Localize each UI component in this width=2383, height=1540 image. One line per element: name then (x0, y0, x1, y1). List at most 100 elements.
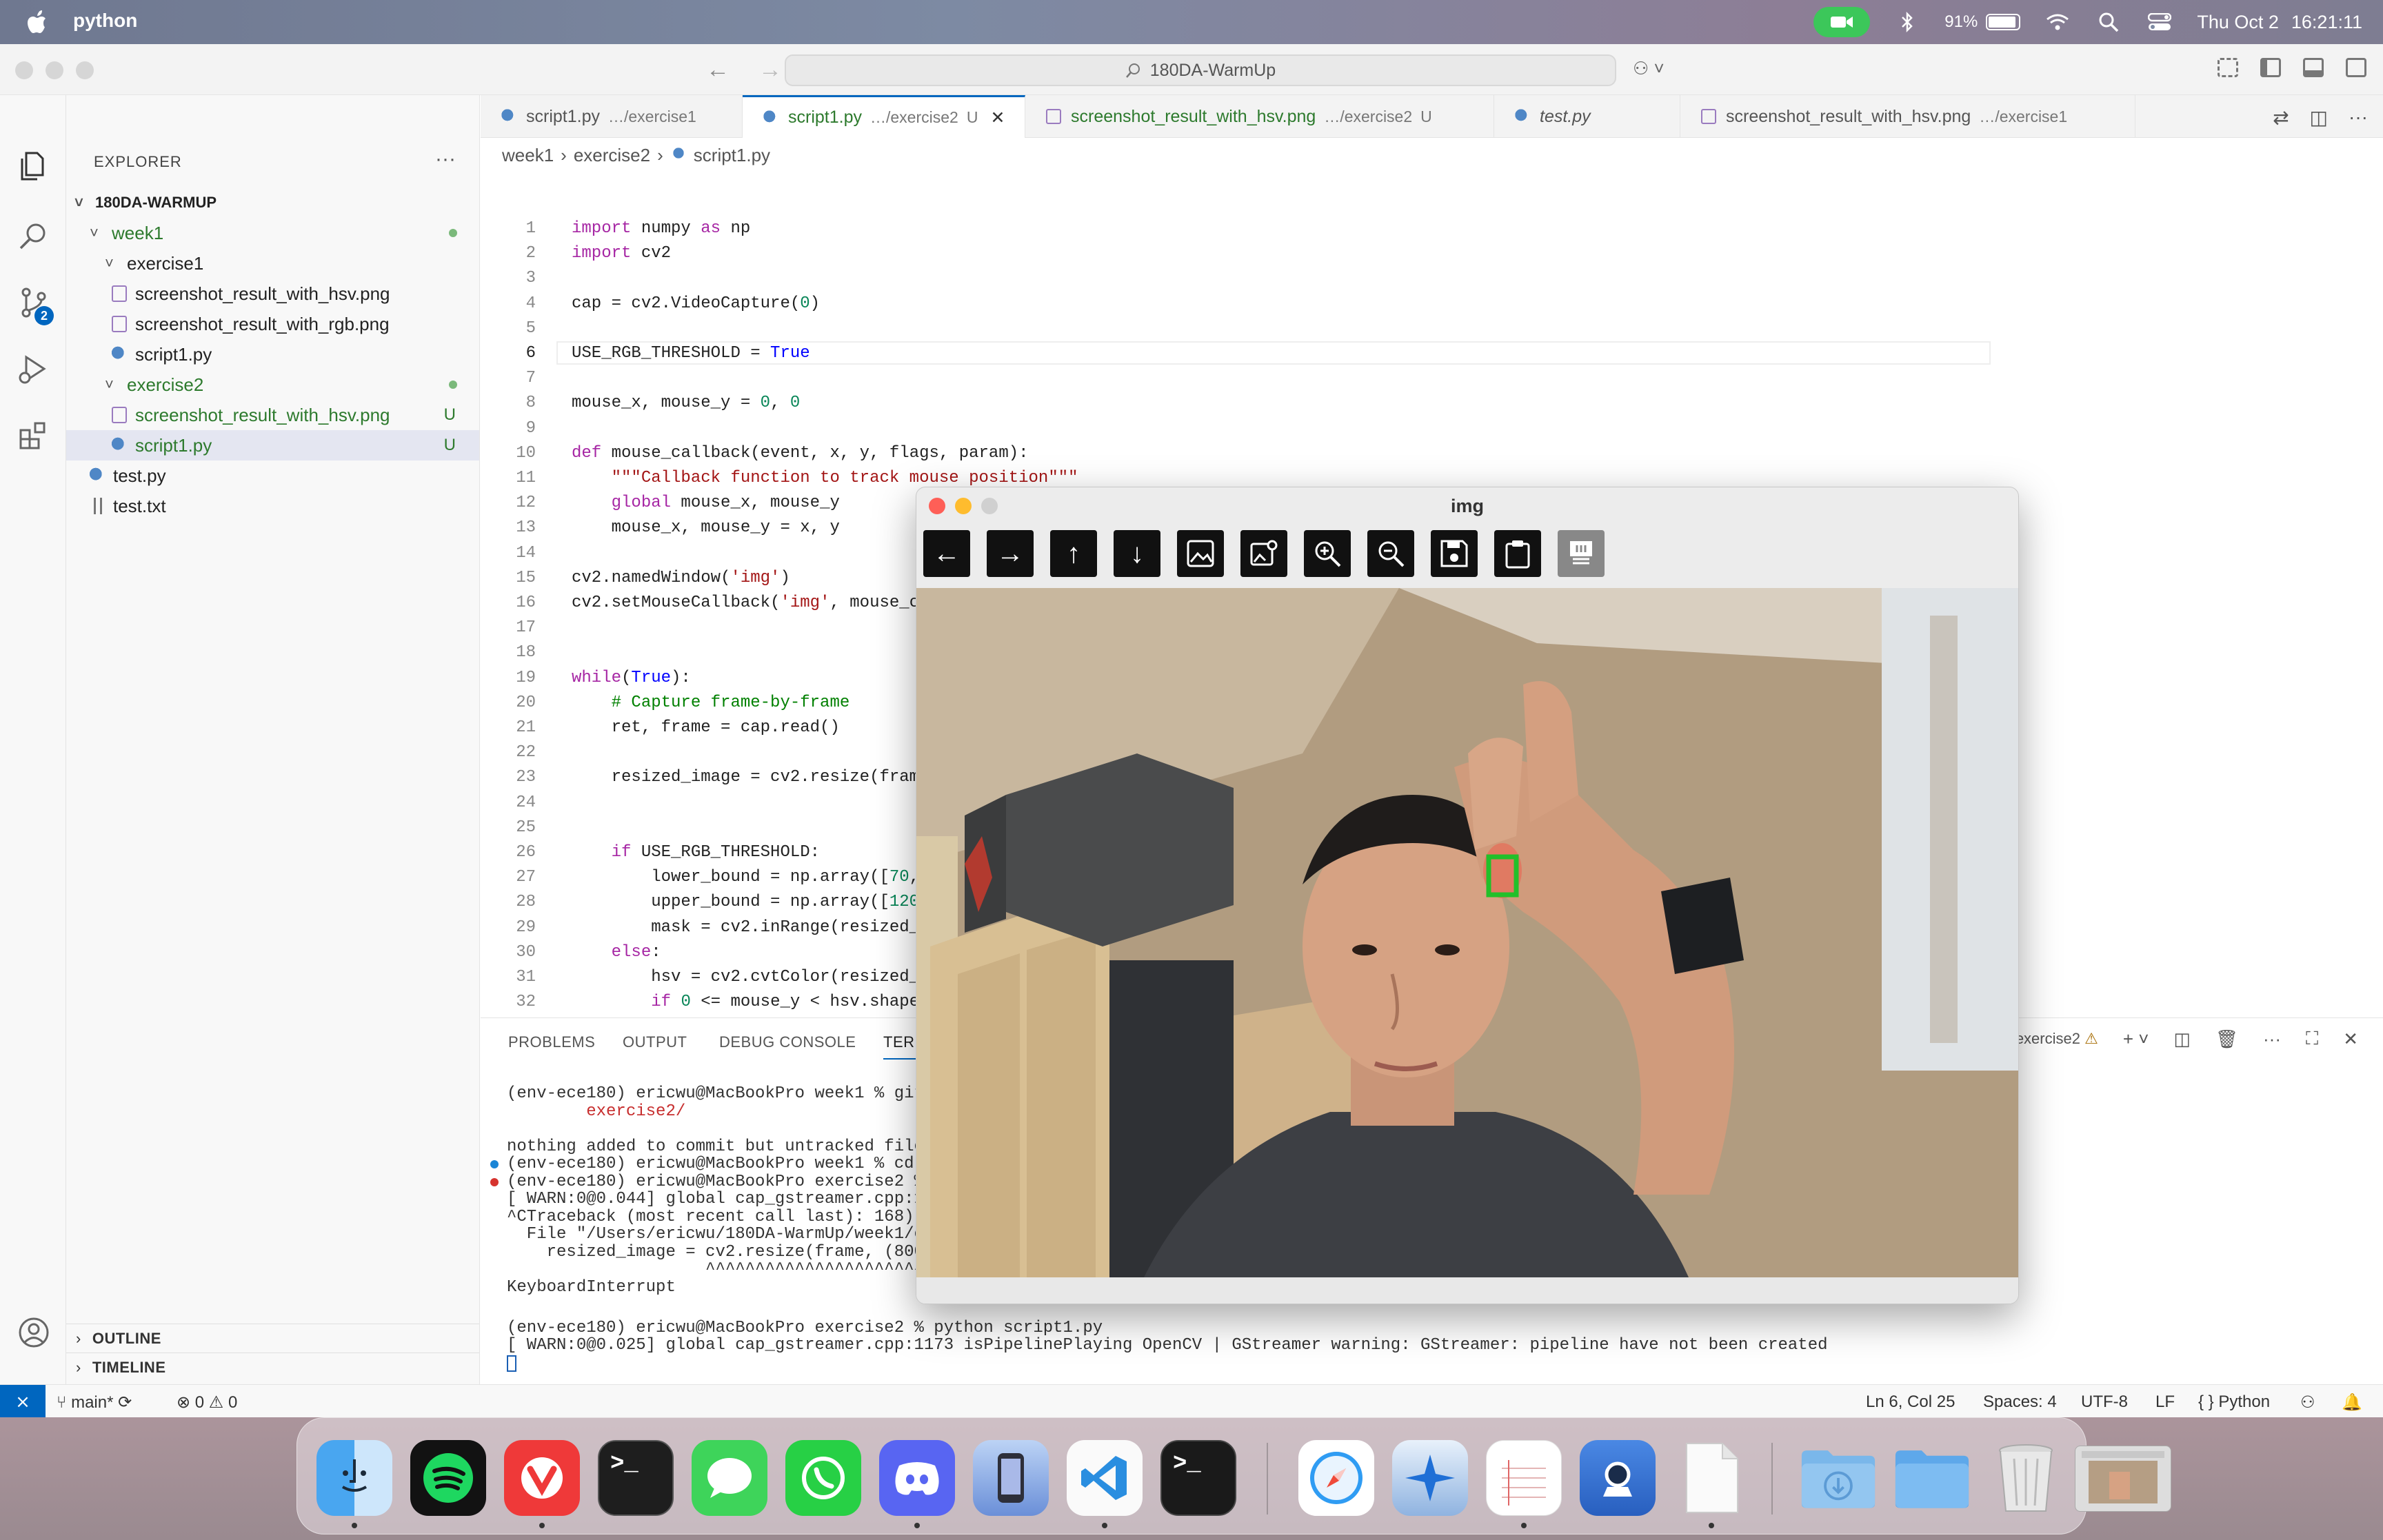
language-mode[interactable]: { } Python (2198, 1392, 2270, 1412)
code-line[interactable]: if USE_RGB_THRESHOLD: (572, 843, 820, 862)
timeline-section[interactable]: › TIMELINE (66, 1352, 479, 1381)
folder-exercise1[interactable]: ˅ exercise1 (66, 248, 479, 278)
file-item-selected[interactable]: script1.py U (66, 430, 479, 460)
code-line[interactable]: else: (572, 943, 661, 962)
spotify-icon[interactable] (410, 1440, 486, 1516)
tab-debug-console[interactable]: DEBUG CONSOLE (719, 1033, 856, 1051)
close-tab-icon[interactable]: ✕ (990, 108, 1005, 128)
simulator-icon[interactable] (973, 1440, 1049, 1516)
breadcrumb-item[interactable]: exercise2 (574, 145, 650, 166)
customize-layout-icon[interactable] (2218, 58, 2238, 77)
battery-status[interactable]: 91% (1944, 12, 2021, 32)
line-ending[interactable]: LF (2155, 1392, 2175, 1412)
remote-indicator-icon[interactable]: ⨯ (0, 1385, 46, 1417)
problems-count[interactable]: ⊗ 0 ⚠ 0 (177, 1392, 237, 1412)
tab-output[interactable]: OUTPUT (623, 1033, 687, 1051)
search-icon[interactable] (17, 219, 51, 254)
code-line[interactable]: cv2.namedWindow('img') (572, 569, 790, 587)
compare-changes-icon[interactable]: ⇄ (2273, 106, 2289, 129)
properties-icon[interactable] (1558, 530, 1605, 577)
xcode-icon[interactable] (1392, 1440, 1468, 1516)
breadcrumb-item[interactable]: script1.py (694, 145, 770, 166)
copilot-icon[interactable]: ⚇ ˅ (1633, 58, 1665, 79)
more-actions-icon[interactable]: ··· (2349, 106, 2368, 129)
close-window-button[interactable] (15, 61, 33, 79)
source-control-item[interactable]: 2 (17, 285, 54, 325)
workspace-root[interactable]: ˅ 180DA-WARMUP (66, 188, 479, 218)
messages-icon[interactable] (692, 1440, 767, 1516)
file-item[interactable]: script1.py (66, 339, 479, 369)
close-panel-icon[interactable]: ✕ (2343, 1029, 2358, 1050)
arrow-left-icon[interactable]: ← (923, 530, 970, 577)
finder-icon[interactable] (316, 1440, 392, 1516)
notifications-icon[interactable]: 🔔 (2342, 1392, 2362, 1412)
tab-problems[interactable]: PROBLEMS (508, 1033, 595, 1051)
split-editor-icon[interactable]: ◫ (2310, 106, 2328, 129)
clipboard-icon[interactable] (1494, 530, 1541, 577)
whatsapp-icon[interactable] (785, 1440, 861, 1516)
code-line[interactable]: import numpy as np (572, 219, 750, 238)
code-line[interactable]: lower_bound = np.array([70, (572, 868, 919, 886)
minimize-window-button[interactable] (46, 61, 63, 79)
cursor-position[interactable]: Ln 6, Col 25 (1866, 1392, 1955, 1412)
terminal-icon[interactable]: >_ (1160, 1440, 1236, 1516)
code-line[interactable]: import cv2 (572, 244, 671, 263)
breadcrumb-item[interactable]: week1 (502, 145, 554, 166)
zoom-window-button[interactable] (76, 61, 94, 79)
copilot-status-icon[interactable]: ⚇ (2300, 1392, 2315, 1412)
code-line[interactable]: """Callback function to track mouse posi… (572, 469, 1078, 487)
indentation[interactable]: Spaces: 4 (1983, 1392, 2057, 1412)
tab-hsv-png-exercise2[interactable]: screenshot_result_with_hsv.png …/exercis… (1025, 95, 1494, 138)
run-and-debug-icon[interactable] (17, 352, 51, 386)
outline-section[interactable]: › OUTLINE (66, 1324, 479, 1352)
code-line[interactable]: global mouse_x, mouse_y (572, 494, 840, 512)
file-item[interactable]: screenshot_result_with_rgb.png (66, 309, 479, 339)
code-line[interactable]: cv2.setMouseCallback('img', mouse_c (572, 594, 919, 612)
explorer-icon[interactable] (17, 149, 51, 183)
discord-icon[interactable] (879, 1440, 955, 1516)
go-back-icon[interactable]: ← (706, 57, 730, 83)
toggle-secondary-sidebar-icon[interactable] (2346, 58, 2366, 77)
textedit-icon[interactable] (1673, 1440, 1749, 1516)
zoom-out-icon[interactable] (1367, 530, 1414, 577)
git-branch[interactable]: ⑂ main* ⟳ (57, 1392, 132, 1412)
folder-icon[interactable] (1894, 1440, 1970, 1516)
code-line[interactable]: upper_bound = np.array([120 (572, 893, 919, 911)
menubar-date[interactable]: Thu Oct 2 (2197, 12, 2279, 33)
arrow-right-icon[interactable]: → (987, 530, 1034, 577)
maximize-panel-icon[interactable]: ⛶ (2306, 1028, 2318, 1050)
vscode-icon[interactable] (1067, 1440, 1143, 1516)
safari-icon[interactable] (1298, 1440, 1374, 1516)
active-app-name[interactable]: python (73, 10, 137, 32)
code-line[interactable]: # Capture frame-by-frame (572, 693, 850, 712)
code-line[interactable]: resized_image = cv2.resize(fram (572, 768, 919, 787)
command-status-dot[interactable] (490, 1177, 499, 1186)
trash-icon[interactable] (1988, 1440, 2064, 1516)
spotlight-search-icon[interactable] (2095, 8, 2122, 36)
go-forward-icon[interactable]: → (758, 57, 782, 83)
command-center[interactable]: 180DA-WarmUp (785, 54, 1616, 86)
terminal-instance[interactable]: exercise2 ⚠ (2015, 1030, 2098, 1048)
menubar-time[interactable]: 16:21:11 (2291, 12, 2362, 33)
split-terminal-icon[interactable]: ◫ (2173, 1029, 2191, 1050)
save-icon[interactable] (1431, 530, 1478, 577)
more-actions-icon[interactable]: ··· (435, 148, 456, 171)
code-line[interactable]: def mouse_callback(event, x, y, flags, p… (572, 444, 1029, 463)
arrow-down-icon[interactable]: ↓ (1114, 530, 1160, 577)
tab-script1-exercise1[interactable]: script1.py …/exercise1 (481, 95, 743, 138)
file-item[interactable]: screenshot_result_with_hsv.png (66, 278, 479, 309)
control-center-icon[interactable] (2146, 8, 2173, 36)
code-line[interactable]: USE_RGB_THRESHOLD = True (572, 344, 810, 363)
file-item[interactable]: test.py (66, 460, 479, 491)
extensions-icon[interactable] (17, 418, 51, 452)
minimized-window-thumbnail[interactable] (2075, 1446, 2171, 1512)
wifi-icon[interactable] (2044, 8, 2071, 36)
bluetooth-icon[interactable] (1893, 8, 1921, 36)
image-settings-icon[interactable] (1240, 530, 1287, 577)
code-line[interactable]: hsv = cv2.cvtColor(resized_ (572, 968, 919, 986)
command-status-dot[interactable] (490, 1160, 499, 1168)
downloads-folder-icon[interactable] (1800, 1440, 1876, 1516)
code-line[interactable]: while(True): (572, 669, 691, 687)
tab-script1-exercise2[interactable]: script1.py …/exercise2 U ✕ (743, 95, 1025, 138)
code-line[interactable]: mask = cv2.inRange(resized_ (572, 918, 919, 937)
